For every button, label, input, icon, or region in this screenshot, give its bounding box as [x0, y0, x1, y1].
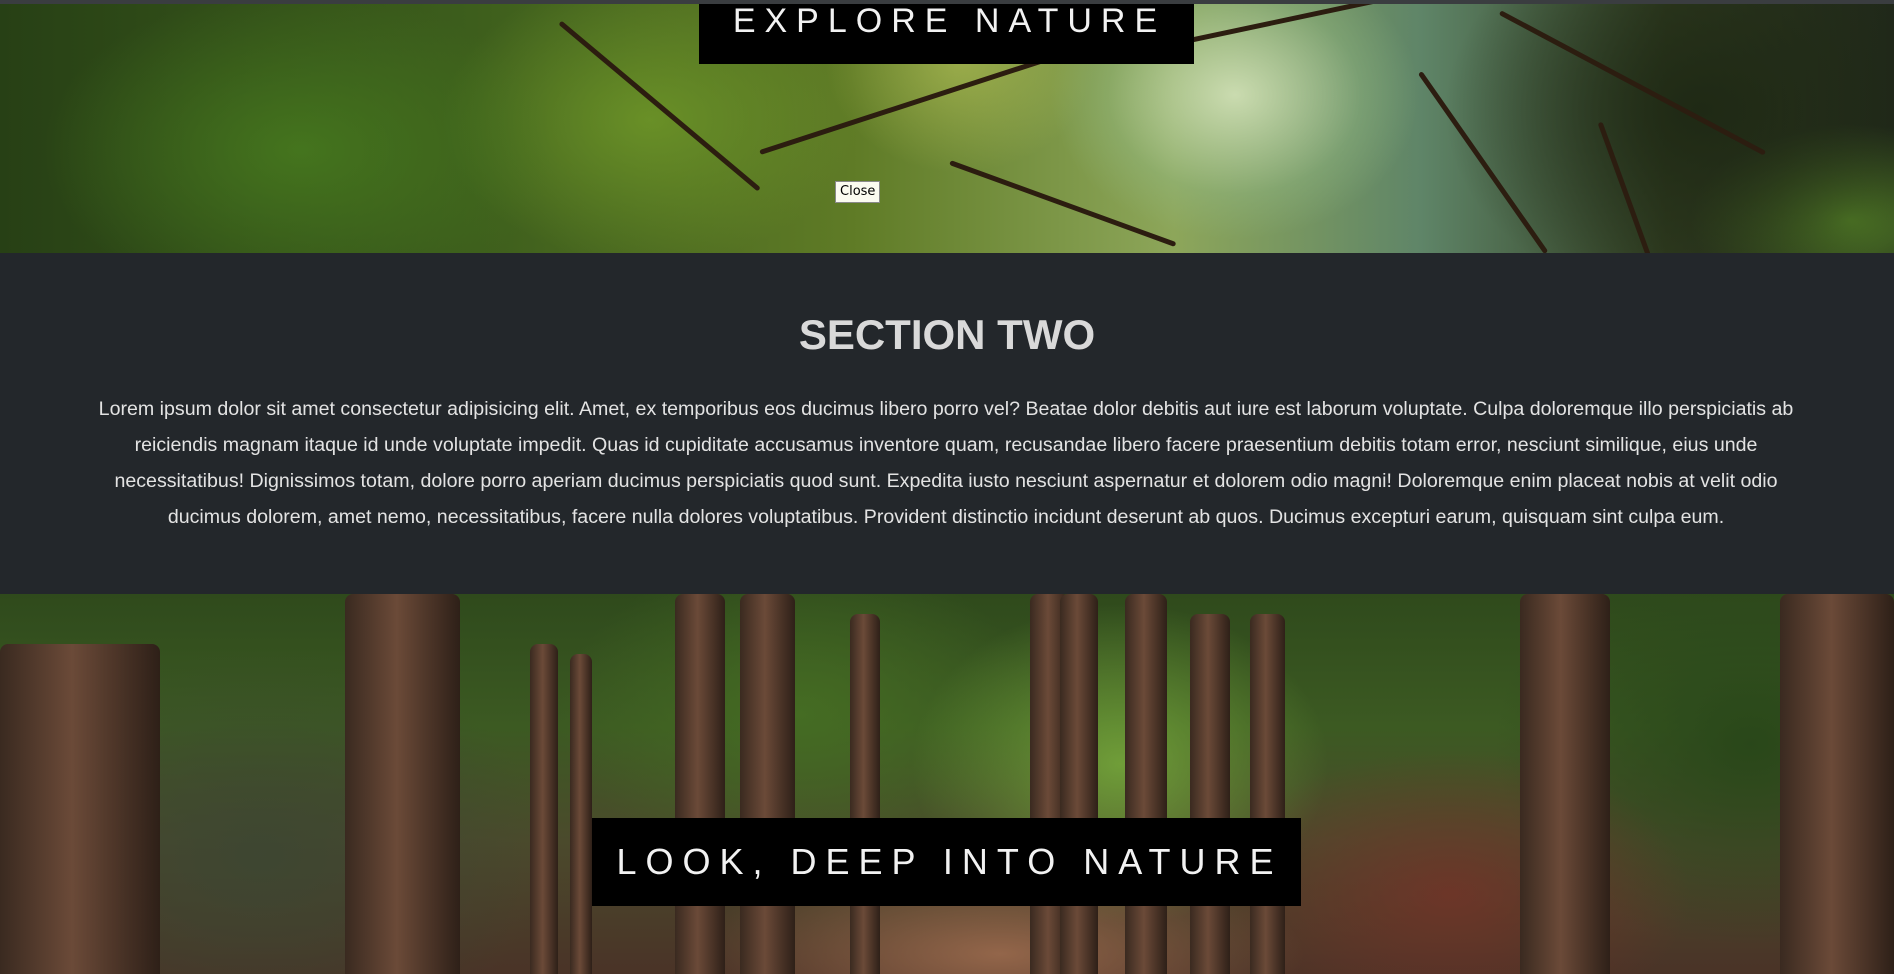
branch-decoration — [759, 57, 1047, 155]
branch-decoration — [1597, 121, 1671, 253]
hero-forest-path-image — [0, 594, 1894, 974]
branch-decoration — [1179, 0, 1553, 45]
tree-trunk — [345, 594, 460, 974]
tree-trunk — [1520, 594, 1610, 974]
branch-decoration — [1417, 71, 1549, 253]
section-body-text: Lorem ipsum dolor sit amet consectetur a… — [98, 398, 1794, 528]
tree-trunk — [675, 594, 725, 974]
close-tooltip[interactable]: Close — [835, 181, 881, 203]
hero-title: EXPLORE NATURE — [699, 0, 1194, 64]
tree-trunk — [1060, 594, 1098, 974]
tree-trunk — [530, 644, 558, 974]
tree-trunk — [0, 644, 160, 974]
tree-trunk — [1190, 614, 1230, 974]
tree-trunk — [850, 614, 880, 974]
section-heading: SECTION TWO — [798, 311, 1096, 358]
tree-trunk — [1780, 594, 1894, 974]
branch-decoration — [949, 160, 1177, 247]
top-border — [0, 0, 1894, 4]
tree-trunk — [740, 594, 795, 974]
tree-trunk — [1125, 594, 1167, 974]
tree-trunk — [1250, 614, 1285, 974]
branch-decoration — [1498, 10, 1767, 156]
hero-two-title: LOOK, DEEP INTO NATURE — [592, 818, 1301, 906]
section-two: SECTION TWO Lorem ipsum dolor sit amet c… — [0, 253, 1894, 594]
tree-trunk — [570, 654, 592, 974]
